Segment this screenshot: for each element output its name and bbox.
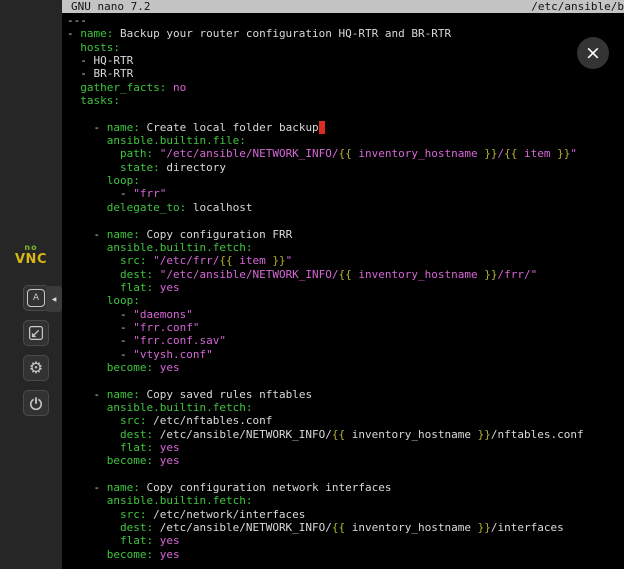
novnc-logo: no VNC (0, 244, 62, 266)
editor-line: src: /etc/network/interfaces (67, 508, 624, 521)
nano-titlebar: GNU nano 7.2 /etc/ansible/b (62, 0, 624, 13)
editor-line: - name: Copy configuration FRR (67, 228, 624, 241)
editor-line: - "daemons" (67, 308, 624, 321)
editor-line: become: yes (67, 548, 624, 561)
editor-line: dest: /etc/ansible/NETWORK_INFO/{{ inven… (67, 428, 624, 441)
editor-line: loop: (67, 294, 624, 307)
editor-line: gather_facts: no (67, 81, 624, 94)
editor-line: ansible.builtin.file: (67, 134, 624, 147)
editor-line: tasks: (67, 94, 624, 107)
novnc-logo-text-top: no (0, 244, 62, 252)
editor-line: dest: /etc/ansible/NETWORK_INFO/{{ inven… (67, 521, 624, 534)
editor-line: - name: Copy saved rules nftables (67, 388, 624, 401)
close-icon: × (585, 44, 601, 63)
fullscreen-icon (27, 324, 45, 342)
control-bar-handle[interactable]: ◀ (46, 286, 62, 312)
power-icon (27, 394, 45, 412)
screen: no VNC A ◀ ⚙ (0, 0, 624, 569)
editor-line: path: "/etc/ansible/NETWORK_INFO/{{ inve… (67, 147, 624, 160)
editor-line (67, 468, 624, 481)
editor-line (67, 107, 624, 120)
collapse-arrow-icon: ◀ (52, 296, 57, 303)
terminal: GNU nano 7.2 /etc/ansible/b ---- name: B… (62, 0, 624, 569)
settings-button[interactable]: ⚙ (23, 355, 49, 381)
editor-line: - name: Backup your router configuration… (67, 27, 624, 40)
vnc-control-bar: no VNC A ◀ ⚙ (0, 0, 62, 569)
editor-line: ansible.builtin.fetch: (67, 241, 624, 254)
editor-line: state: directory (67, 161, 624, 174)
editor-line: flat: yes (67, 281, 624, 294)
editor-line (67, 374, 624, 387)
editor-line: ansible.builtin.fetch: (67, 401, 624, 414)
editor-line: src: /etc/nftables.conf (67, 414, 624, 427)
editor-line: become: yes (67, 454, 624, 467)
gear-icon: ⚙ (29, 360, 43, 376)
fullscreen-button[interactable] (23, 320, 49, 346)
editor-line: - "frr" (67, 187, 624, 200)
editor-line: loop: (67, 174, 624, 187)
novnc-logo-text-bottom: VNC (0, 253, 62, 266)
nano-version: GNU nano 7.2 (71, 0, 150, 13)
keyboard-icon: A (27, 289, 45, 307)
editor-line: src: "/etc/frr/{{ item }}" (67, 254, 624, 267)
nano-file-path: /etc/ansible/b (531, 0, 624, 13)
editor-line: - HQ-RTR (67, 54, 624, 67)
editor-line: - name: Copy configuration network inter… (67, 481, 624, 494)
power-button[interactable] (23, 390, 49, 416)
editor-content[interactable]: ---- name: Backup your router configurat… (62, 13, 624, 561)
editor-line: - name: Create local folder backup (67, 121, 624, 134)
editor-line: - "frr.conf" (67, 321, 624, 334)
editor-line: - "frr.conf.sav" (67, 334, 624, 347)
editor-line: - BR-RTR (67, 67, 624, 80)
editor-line: ansible.builtin.fetch: (67, 494, 624, 507)
editor-line: flat: yes (67, 441, 624, 454)
close-button[interactable]: × (577, 37, 609, 69)
editor-line: dest: "/etc/ansible/NETWORK_INFO/{{ inve… (67, 268, 624, 281)
editor-line: flat: yes (67, 534, 624, 547)
editor-line: - "vtysh.conf" (67, 348, 624, 361)
editor-line: hosts: (67, 41, 624, 54)
editor-line: delegate_to: localhost (67, 201, 624, 214)
editor-line (67, 214, 624, 227)
editor-line: --- (67, 14, 624, 27)
editor-line: become: yes (67, 361, 624, 374)
